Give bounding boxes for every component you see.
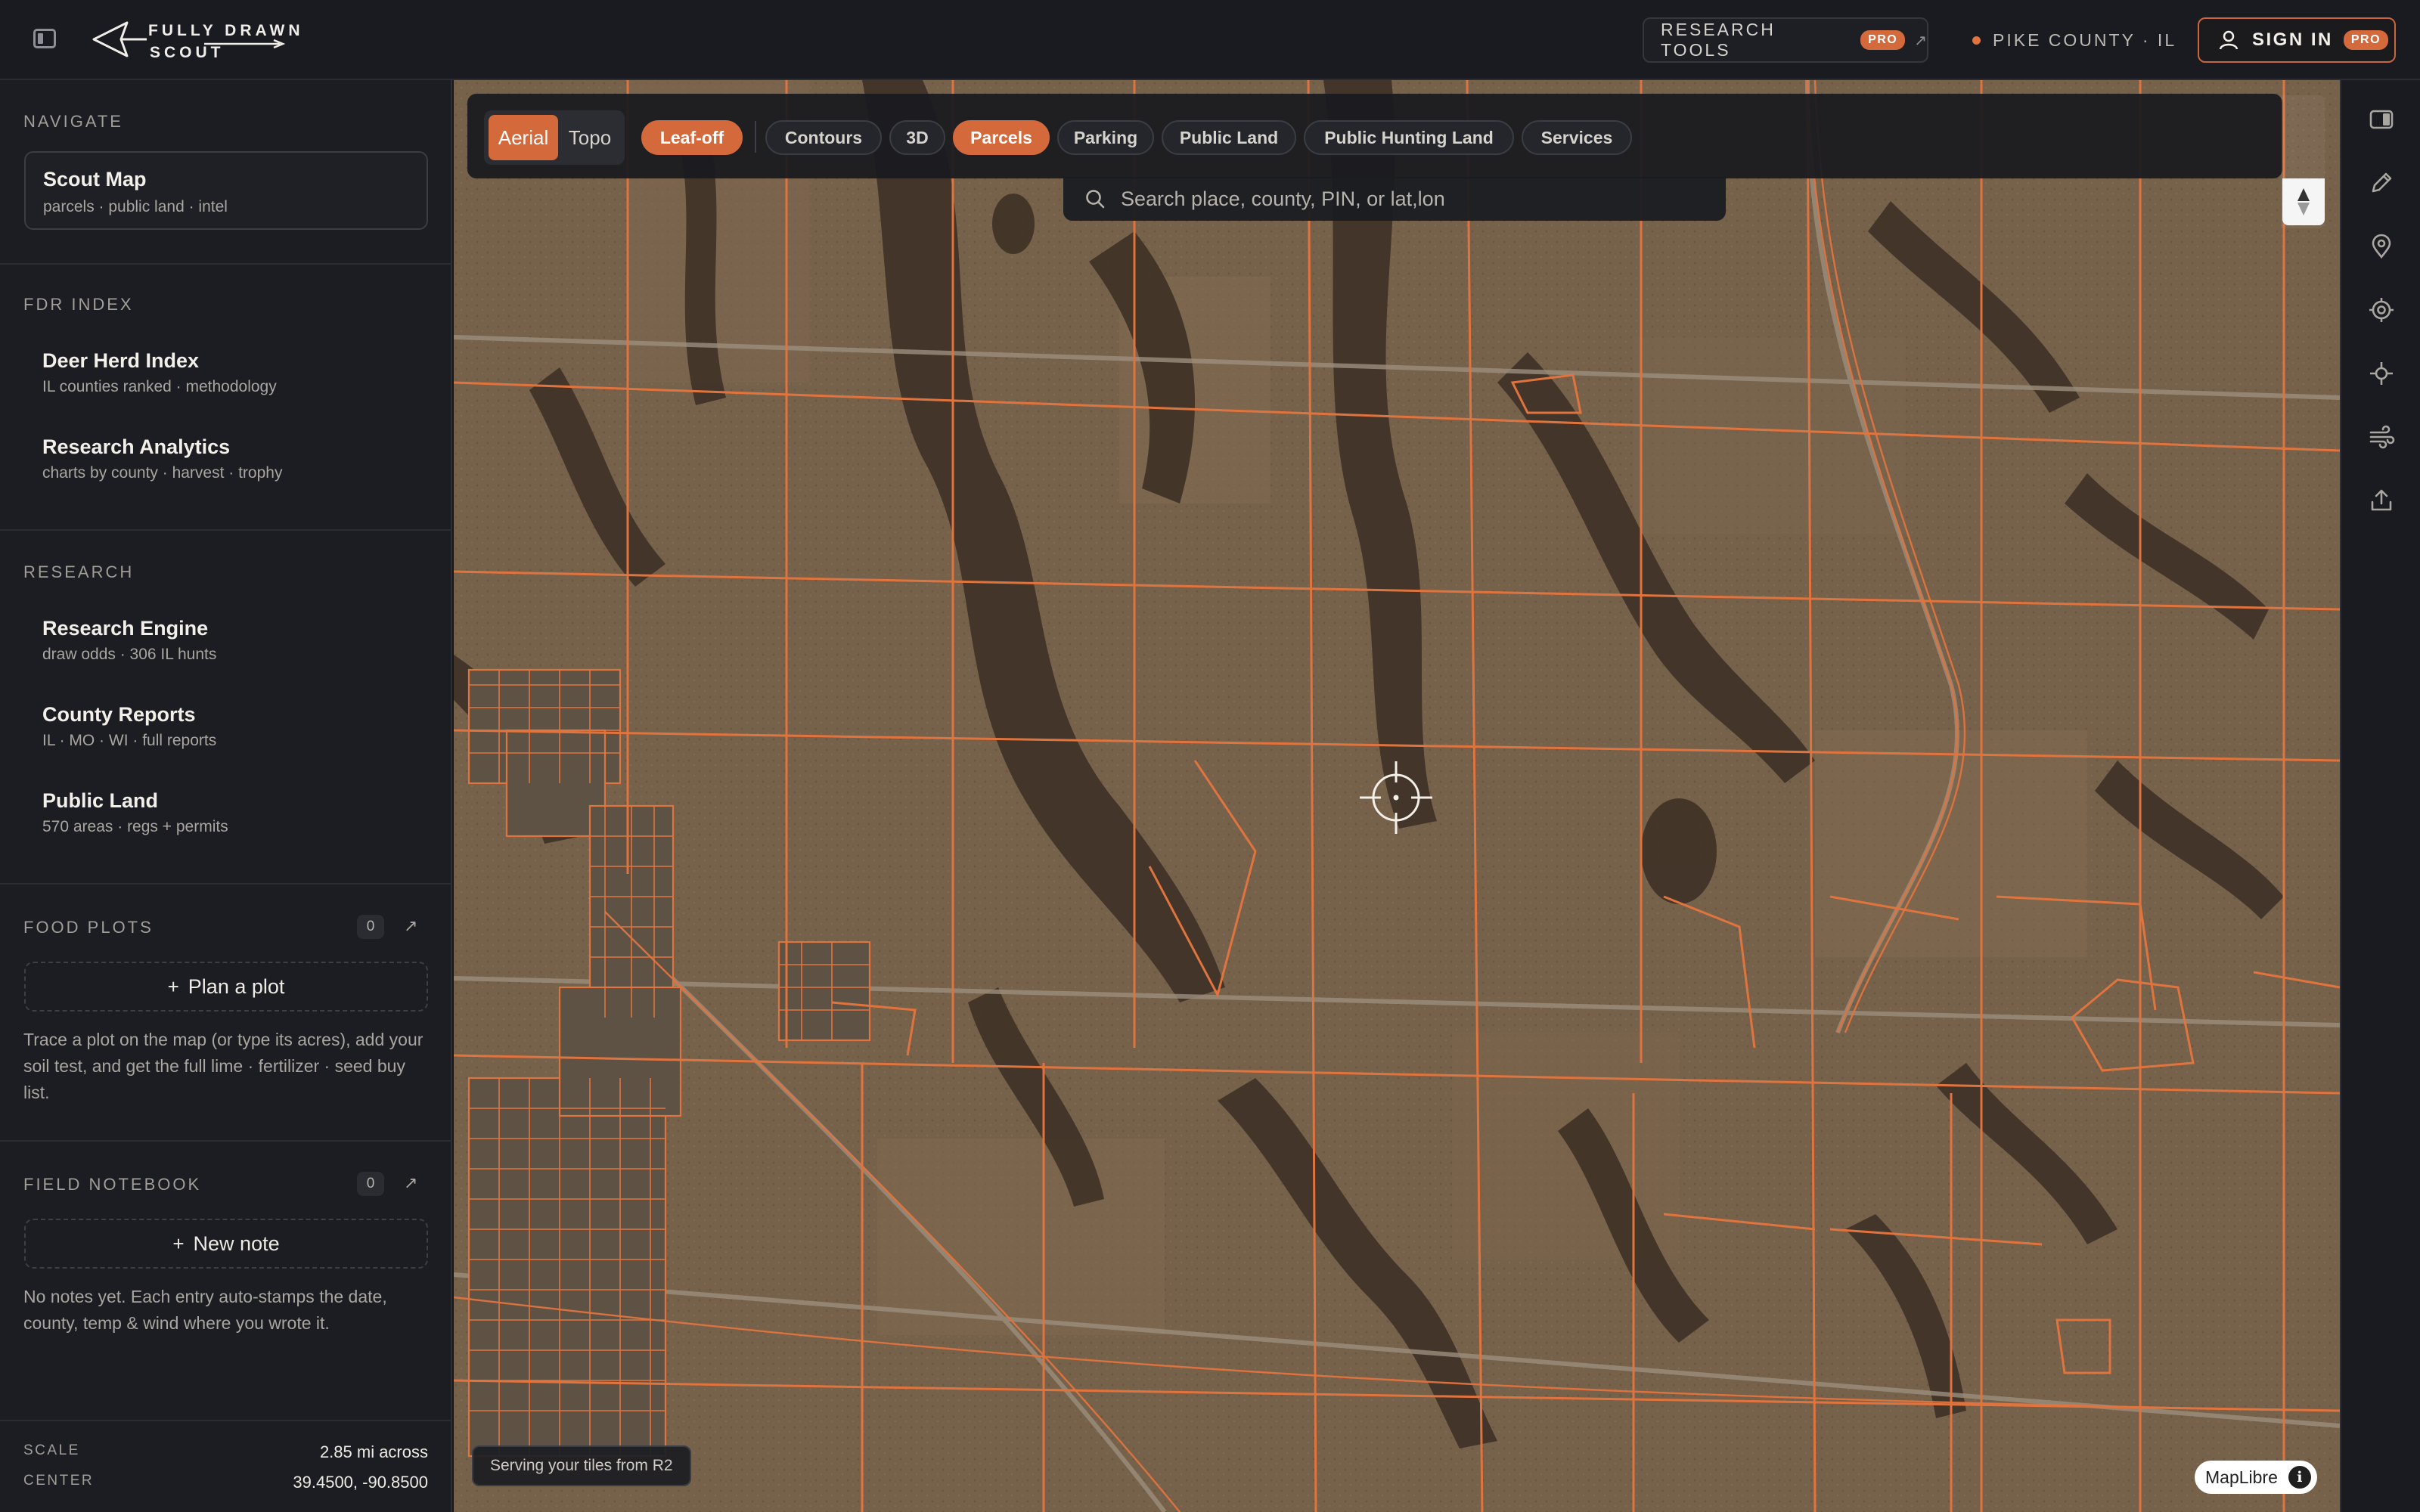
basemap-toggle: Aerial Topo	[484, 110, 625, 165]
food-plots-count-badge: 0	[357, 915, 384, 939]
center-value: 39.4500, -90.8500	[293, 1473, 428, 1492]
layer-parking-chip[interactable]: Parking	[1057, 120, 1154, 155]
plus-icon: +	[167, 974, 179, 998]
county-indicator: PIKE COUNTY · IL	[1972, 30, 2176, 51]
logo-arrow-tail-icon	[204, 39, 286, 49]
nav-item-title: Public Land	[42, 789, 159, 812]
sign-in-label: SIGN IN	[2252, 29, 2333, 50]
nav-item-subtitle: parcels · public land · intel	[43, 198, 228, 215]
divider	[0, 263, 452, 265]
center-label: CENTER	[23, 1473, 95, 1489]
crosshair-icon[interactable]	[2368, 360, 2395, 387]
divider	[0, 529, 452, 531]
map-canvas[interactable]: Aerial Topo Leaf-off Contours 3D Parcels…	[454, 80, 2340, 1512]
scale-readout: SCALE 2.85 mi across	[23, 1442, 428, 1462]
share-icon[interactable]	[2368, 487, 2395, 514]
divider	[0, 1420, 452, 1421]
nav-item-title: Deer Herd Index	[42, 349, 200, 372]
search-icon	[1086, 190, 1105, 209]
section-label-field-notebook: FIELD NOTEBOOK	[23, 1175, 202, 1194]
target-icon[interactable]	[2368, 296, 2395, 324]
layer-services-chip[interactable]: Services	[1522, 120, 1632, 155]
sidebar-toggle-icon[interactable]	[33, 29, 56, 48]
basemap-aerial-button[interactable]: Aerial	[489, 115, 558, 160]
top-bar: FULLY DRAWN SCOUT RESEARCH TOOLS PRO ↗ P…	[0, 0, 2420, 80]
divider	[0, 1140, 452, 1142]
map-center-crosshair-icon	[1360, 761, 1432, 834]
nav-item-subtitle: IL · MO · WI · full reports	[42, 732, 217, 749]
research-tools-label: RESEARCH TOOLS	[1661, 20, 1776, 60]
basemap-topo-button[interactable]: Topo	[560, 115, 620, 160]
nav-item-title: Scout Map	[43, 168, 147, 191]
section-label-fdr-index: FDR INDEX	[23, 295, 134, 314]
nav-item-title: Research Analytics	[42, 435, 231, 458]
section-label-food-plots: FOOD PLOTS	[23, 918, 154, 937]
map-search-input[interactable]: Search place, county, PIN, or lat,lon	[1063, 177, 1726, 221]
sidebar: NAVIGATE Scout Map parcels · public land…	[0, 80, 452, 1512]
toolbar-divider	[755, 121, 756, 153]
divider	[0, 883, 452, 885]
layer-3d-chip[interactable]: 3D	[889, 120, 945, 155]
layer-contours-chip[interactable]: Contours	[765, 120, 882, 155]
food-plots-open-icon[interactable]: ↗	[404, 916, 417, 936]
plan-a-plot-button[interactable]: + Plan a plot	[24, 962, 428, 1012]
map-pin-icon[interactable]	[2368, 233, 2395, 260]
section-label-navigate: NAVIGATE	[23, 112, 123, 131]
scale-value: 2.85 mi across	[319, 1442, 428, 1461]
pro-badge: PRO	[1860, 30, 1906, 50]
external-link-icon: ↗	[1914, 32, 1927, 49]
new-note-label: New note	[193, 1232, 280, 1255]
section-label-research: RESEARCH	[23, 562, 135, 581]
nav-item-scout-map[interactable]: Scout Map parcels · public land · intel	[24, 151, 428, 230]
research-tools-button[interactable]: RESEARCH TOOLS PRO ↗	[1643, 17, 1928, 63]
notebook-count-badge: 0	[357, 1172, 384, 1196]
food-plots-help-text: Trace a plot on the map (or type its acr…	[23, 1030, 424, 1102]
notebook-open-icon[interactable]: ↗	[404, 1173, 417, 1193]
layer-parcels-chip[interactable]: Parcels	[953, 120, 1050, 155]
logo-line-1: FULLY DRAWN	[148, 22, 304, 39]
plan-a-plot-label: Plan a plot	[188, 974, 285, 998]
layer-toolbar: Aerial Topo Leaf-off Contours 3D Parcels…	[467, 94, 2282, 178]
layer-public-land-chip[interactable]: Public Land	[1162, 120, 1296, 155]
plus-icon: +	[172, 1232, 185, 1255]
tiles-status-toast: Serving your tiles from R2	[472, 1445, 691, 1486]
panel-icon[interactable]	[2368, 106, 2395, 133]
info-icon[interactable]: i	[2288, 1466, 2311, 1489]
nav-item-subtitle: 570 areas · regs + permits	[42, 818, 228, 835]
nav-item-title: County Reports	[42, 703, 196, 726]
notebook-help-text: No notes yet. Each entry auto-stamps the…	[23, 1287, 387, 1333]
attribution-control[interactable]: MapLibre i	[2195, 1461, 2317, 1494]
nav-item-title: Research Engine	[42, 617, 209, 640]
new-note-button[interactable]: + New note	[24, 1219, 428, 1269]
county-label: PIKE COUNTY · IL	[1993, 30, 2177, 50]
user-icon	[2219, 30, 2238, 50]
leaf-off-toggle[interactable]: Leaf-off	[641, 120, 743, 155]
nav-item-subtitle: draw odds · 306 IL hunts	[42, 646, 217, 663]
nav-item-subtitle: IL counties ranked · methodology	[42, 378, 277, 395]
center-readout: CENTER 39.4500, -90.8500	[23, 1473, 428, 1492]
pencil-icon[interactable]	[2368, 169, 2395, 197]
status-dot-icon	[1972, 36, 1981, 45]
attribution-label[interactable]: MapLibre	[2205, 1467, 2278, 1488]
compass-icon	[2297, 188, 2310, 215]
right-toolbar	[2340, 80, 2420, 1512]
nav-item-subtitle: charts by county · harvest · trophy	[42, 464, 283, 482]
wind-icon[interactable]	[2368, 423, 2395, 451]
search-placeholder: Search place, county, PIN, or lat,lon	[1121, 187, 1445, 210]
sign-in-button[interactable]: SIGN IN PRO	[2198, 17, 2396, 63]
scale-label: SCALE	[23, 1442, 80, 1458]
arrowhead-logo-icon[interactable]	[92, 20, 147, 59]
compass-reset-button[interactable]	[2282, 178, 2325, 225]
layer-public-hunting-land-chip[interactable]: Public Hunting Land	[1304, 120, 1514, 155]
pro-badge: PRO	[2343, 30, 2389, 50]
